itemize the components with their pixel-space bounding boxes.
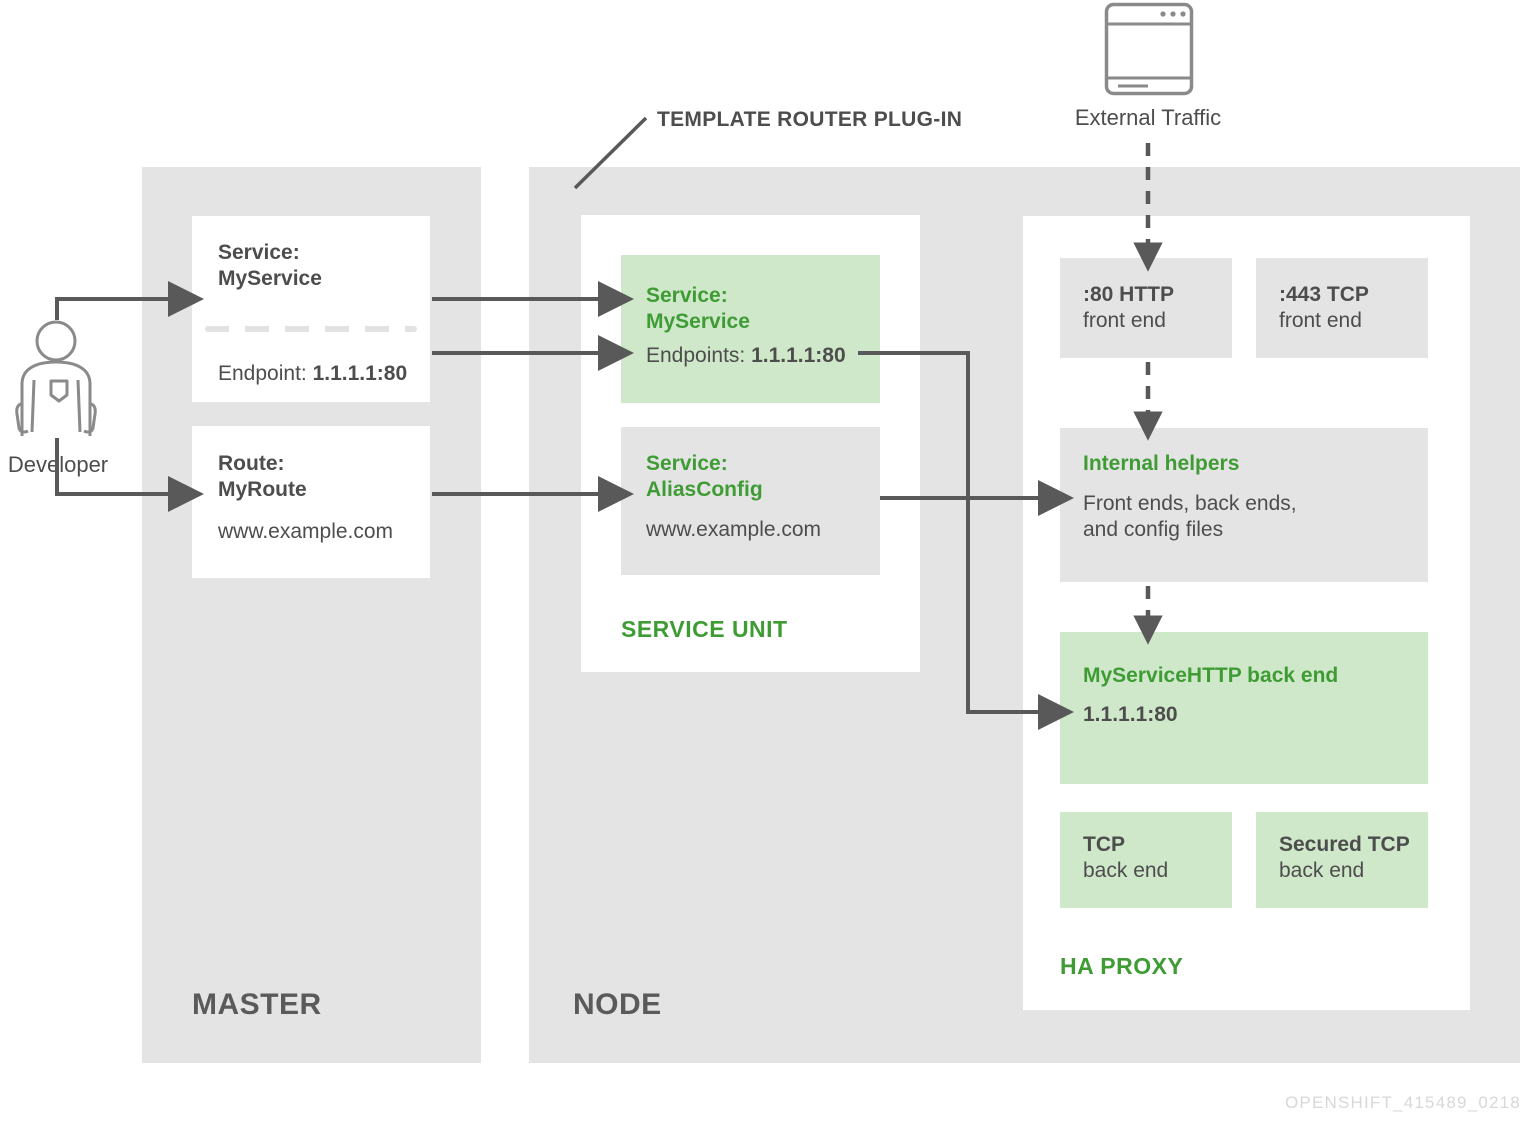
frontend-tcp-subtitle: front end	[1279, 308, 1362, 332]
node-aliasconfig-title: Service: AliasConfig	[646, 451, 886, 502]
node-endpoints-value: 1.1.1.1:80	[751, 344, 846, 367]
tcp-backend-text: TCP back end	[1083, 832, 1243, 883]
external-traffic-label: External Traffic	[1074, 105, 1222, 130]
node-service-title: Service: MyService	[646, 283, 886, 334]
node-service-title-line2: MyService	[646, 309, 750, 333]
frontend-http-title: :80 HTTP	[1083, 283, 1175, 306]
master-route-host: www.example.com	[218, 520, 394, 543]
http-backend-address: 1.1.1.1:80	[1083, 703, 1178, 726]
frontend-tcp-text: :443 TCP front end	[1279, 282, 1439, 333]
secured-tcp-backend-subtitle: back end	[1279, 858, 1365, 882]
master-service-endpoint: Endpoint: 1.1.1.1:80	[218, 361, 433, 387]
secured-tcp-backend-title: Secured TCP	[1279, 833, 1410, 856]
node-service-endpoints: Endpoints: 1.1.1.1:80	[646, 343, 896, 369]
node-service-title-line1: Service:	[646, 284, 728, 307]
master-route-title-line2: MyRoute	[218, 477, 307, 501]
node-aliasconfig-host: www.example.com	[646, 518, 822, 541]
master-service-title-line1: Service:	[218, 241, 300, 264]
master-service-title-line2: MyService	[218, 266, 322, 290]
tcp-backend-title: TCP	[1083, 833, 1125, 856]
node-panel-label: NODE	[573, 988, 662, 1021]
master-endpoint-value: 1.1.1.1:80	[312, 362, 408, 385]
frontend-http-text: :80 HTTP front end	[1083, 282, 1243, 333]
master-route-title-line1: Route:	[218, 452, 285, 475]
http-backend-title: MyServiceHTTP back end	[1083, 664, 1339, 687]
service-unit-label: SERVICE UNIT	[621, 616, 788, 642]
internal-helpers-desc-line1: Front ends, back ends,	[1083, 492, 1297, 515]
master-panel-label: MASTER	[192, 988, 322, 1021]
node-endpoints-prefix: Endpoints:	[646, 344, 752, 367]
frontend-tcp-title: :443 TCP	[1279, 283, 1369, 306]
internal-helpers-title: Internal helpers	[1083, 452, 1240, 475]
node-aliasconfig-title-line2: AliasConfig	[646, 477, 763, 501]
master-service-divider	[205, 326, 417, 332]
internal-helpers-desc: Front ends, back ends, and config files	[1083, 491, 1423, 542]
master-service-title: Service: MyService	[218, 240, 428, 291]
master-route-title: Route: MyRoute	[218, 451, 428, 502]
secured-tcp-backend-text: Secured TCP back end	[1279, 832, 1449, 883]
developer-label: Developer	[7, 452, 109, 477]
internal-helpers-desc-line2: and config files	[1083, 517, 1224, 541]
browser-window-icon	[1104, 2, 1194, 96]
watermark: OPENSHIFT_415489_0218	[1285, 1093, 1520, 1112]
haproxy-label: HA PROXY	[1060, 953, 1184, 979]
diagram-canvas: Service: MyService Endpoint: 1.1.1.1:80 …	[0, 0, 1520, 1125]
node-aliasconfig-title-line1: Service:	[646, 452, 728, 475]
tcp-backend-subtitle: back end	[1083, 858, 1169, 882]
frontend-http-subtitle: front end	[1083, 308, 1166, 332]
person-icon	[14, 318, 104, 438]
master-endpoint-prefix: Endpoint:	[218, 362, 313, 385]
template-router-plugin-label: TEMPLATE ROUTER PLUG-IN	[657, 108, 963, 131]
